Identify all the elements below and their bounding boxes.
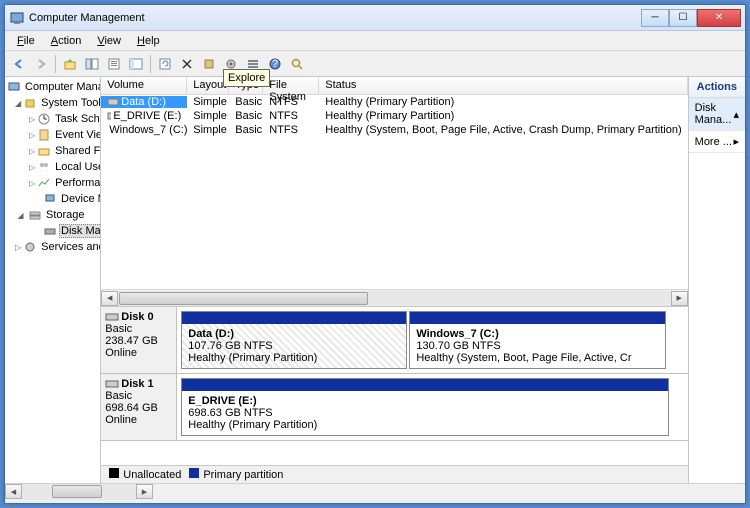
center-panel: Volume Layout Type File System Status Da… (101, 77, 688, 483)
menu-file[interactable]: File (9, 33, 43, 49)
disk-map: Disk 0 Basic 238.47 GB Online Data (D:) … (101, 306, 687, 465)
tree-devmgr[interactable]: Device Manager (5, 191, 100, 207)
partition[interactable]: E_DRIVE (E:) 698.63 GB NTFS Healthy (Pri… (181, 378, 668, 436)
properties-button[interactable] (104, 54, 124, 74)
legend-unallocated: Unallocated (109, 468, 181, 481)
collapse-icon: ▴ (733, 108, 739, 121)
forward-button[interactable] (31, 54, 51, 74)
disk-row[interactable]: Disk 1 Basic 698.64 GB Online E_DRIVE (E… (101, 374, 687, 441)
col-status[interactable]: Status (319, 77, 687, 94)
disk-label[interactable]: Disk 0 Basic 238.47 GB Online (101, 307, 177, 373)
tree-diskmgmt[interactable]: Disk Management (5, 223, 100, 239)
partition[interactable]: Data (D:) 107.76 GB NTFS Healthy (Primar… (181, 311, 407, 369)
partition[interactable]: Windows_7 (C:) 130.70 GB NTFS Healthy (S… (409, 311, 665, 369)
close-button[interactable]: ✕ (697, 9, 741, 27)
app-icon (9, 10, 25, 26)
svg-text:?: ? (272, 58, 278, 70)
refresh-button[interactable] (155, 54, 175, 74)
show-hide-tree-button[interactable] (82, 54, 102, 74)
scroll-right-button[interactable]: ▶ (671, 291, 688, 306)
menu-help[interactable]: Help (129, 33, 168, 49)
col-volume[interactable]: Volume (101, 77, 187, 94)
tree-task[interactable]: ▷Task Scheduler (5, 111, 100, 127)
explore-tooltip: Explore (223, 69, 270, 87)
scroll-left-button[interactable]: ◀ (101, 291, 118, 306)
titlebar[interactable]: Computer Management ─ ☐ ✕ (5, 5, 745, 31)
menu-arrow-icon: ▸ (733, 135, 739, 148)
bottom-scrollbar[interactable]: ◀ ▶ (5, 483, 745, 500)
minimize-button[interactable]: ─ (641, 9, 669, 27)
menu-action[interactable]: Action (43, 33, 90, 49)
col-fs[interactable]: File System (263, 77, 319, 94)
navigation-tree[interactable]: Computer Management (Local ◢System Tools… (5, 77, 101, 483)
legend: Unallocated Primary partition (101, 465, 687, 483)
volume-row[interactable]: Windows_7 (C:) Simple Basic NTFS Healthy… (101, 123, 687, 137)
window-title: Computer Management (29, 12, 641, 24)
tree-event[interactable]: ▷Event Viewer (5, 127, 100, 143)
scroll-right-button[interactable]: ▶ (136, 484, 153, 499)
computer-management-window: Computer Management ─ ☐ ✕ File Action Vi… (4, 4, 746, 504)
tree-users[interactable]: ▷Local Users and Groups (5, 159, 100, 175)
disk-label[interactable]: Disk 1 Basic 698.64 GB Online (101, 374, 177, 440)
volume-list-header: Volume Layout Type File System Status (101, 77, 687, 95)
tree-storage[interactable]: ◢Storage (5, 207, 100, 223)
scroll-left-button[interactable]: ◀ (5, 484, 22, 499)
delete-button[interactable] (177, 54, 197, 74)
disk-row[interactable]: Disk 0 Basic 238.47 GB Online Data (D:) … (101, 307, 687, 374)
console-tree-button[interactable] (126, 54, 146, 74)
tree-perf[interactable]: ▷Performance (5, 175, 100, 191)
volume-row[interactable]: E_DRIVE (E:) Simple Basic NTFS Healthy (… (101, 109, 687, 123)
actions-more[interactable]: More ...▸ (689, 131, 745, 153)
tree-systools[interactable]: ◢System Tools (5, 95, 100, 111)
legend-primary: Primary partition (189, 468, 283, 481)
maximize-button[interactable]: ☐ (669, 9, 697, 27)
tree-shared[interactable]: ▷Shared Folders (5, 143, 100, 159)
volume-row[interactable]: Data (D:) Simple Basic NTFS Healthy (Pri… (101, 95, 687, 109)
volume-scrollbar[interactable]: ◀ ▶ (101, 289, 687, 306)
action1-button[interactable] (199, 54, 219, 74)
volume-list[interactable]: Volume Layout Type File System Status Da… (101, 77, 687, 289)
back-button[interactable] (9, 54, 29, 74)
explore-button[interactable] (287, 54, 307, 74)
tree-services[interactable]: ▷Services and Applications (5, 239, 100, 255)
actions-header: Actions (689, 77, 745, 98)
tree-root[interactable]: Computer Management (Local (5, 79, 100, 95)
menubar: File Action View Help (5, 31, 745, 51)
up-button[interactable] (60, 54, 80, 74)
actions-pane: Actions Disk Mana...▴ More ...▸ (689, 77, 745, 483)
menu-view[interactable]: View (89, 33, 129, 49)
toolbar: ? Explore (5, 51, 745, 77)
actions-disk-management[interactable]: Disk Mana...▴ (689, 98, 745, 131)
